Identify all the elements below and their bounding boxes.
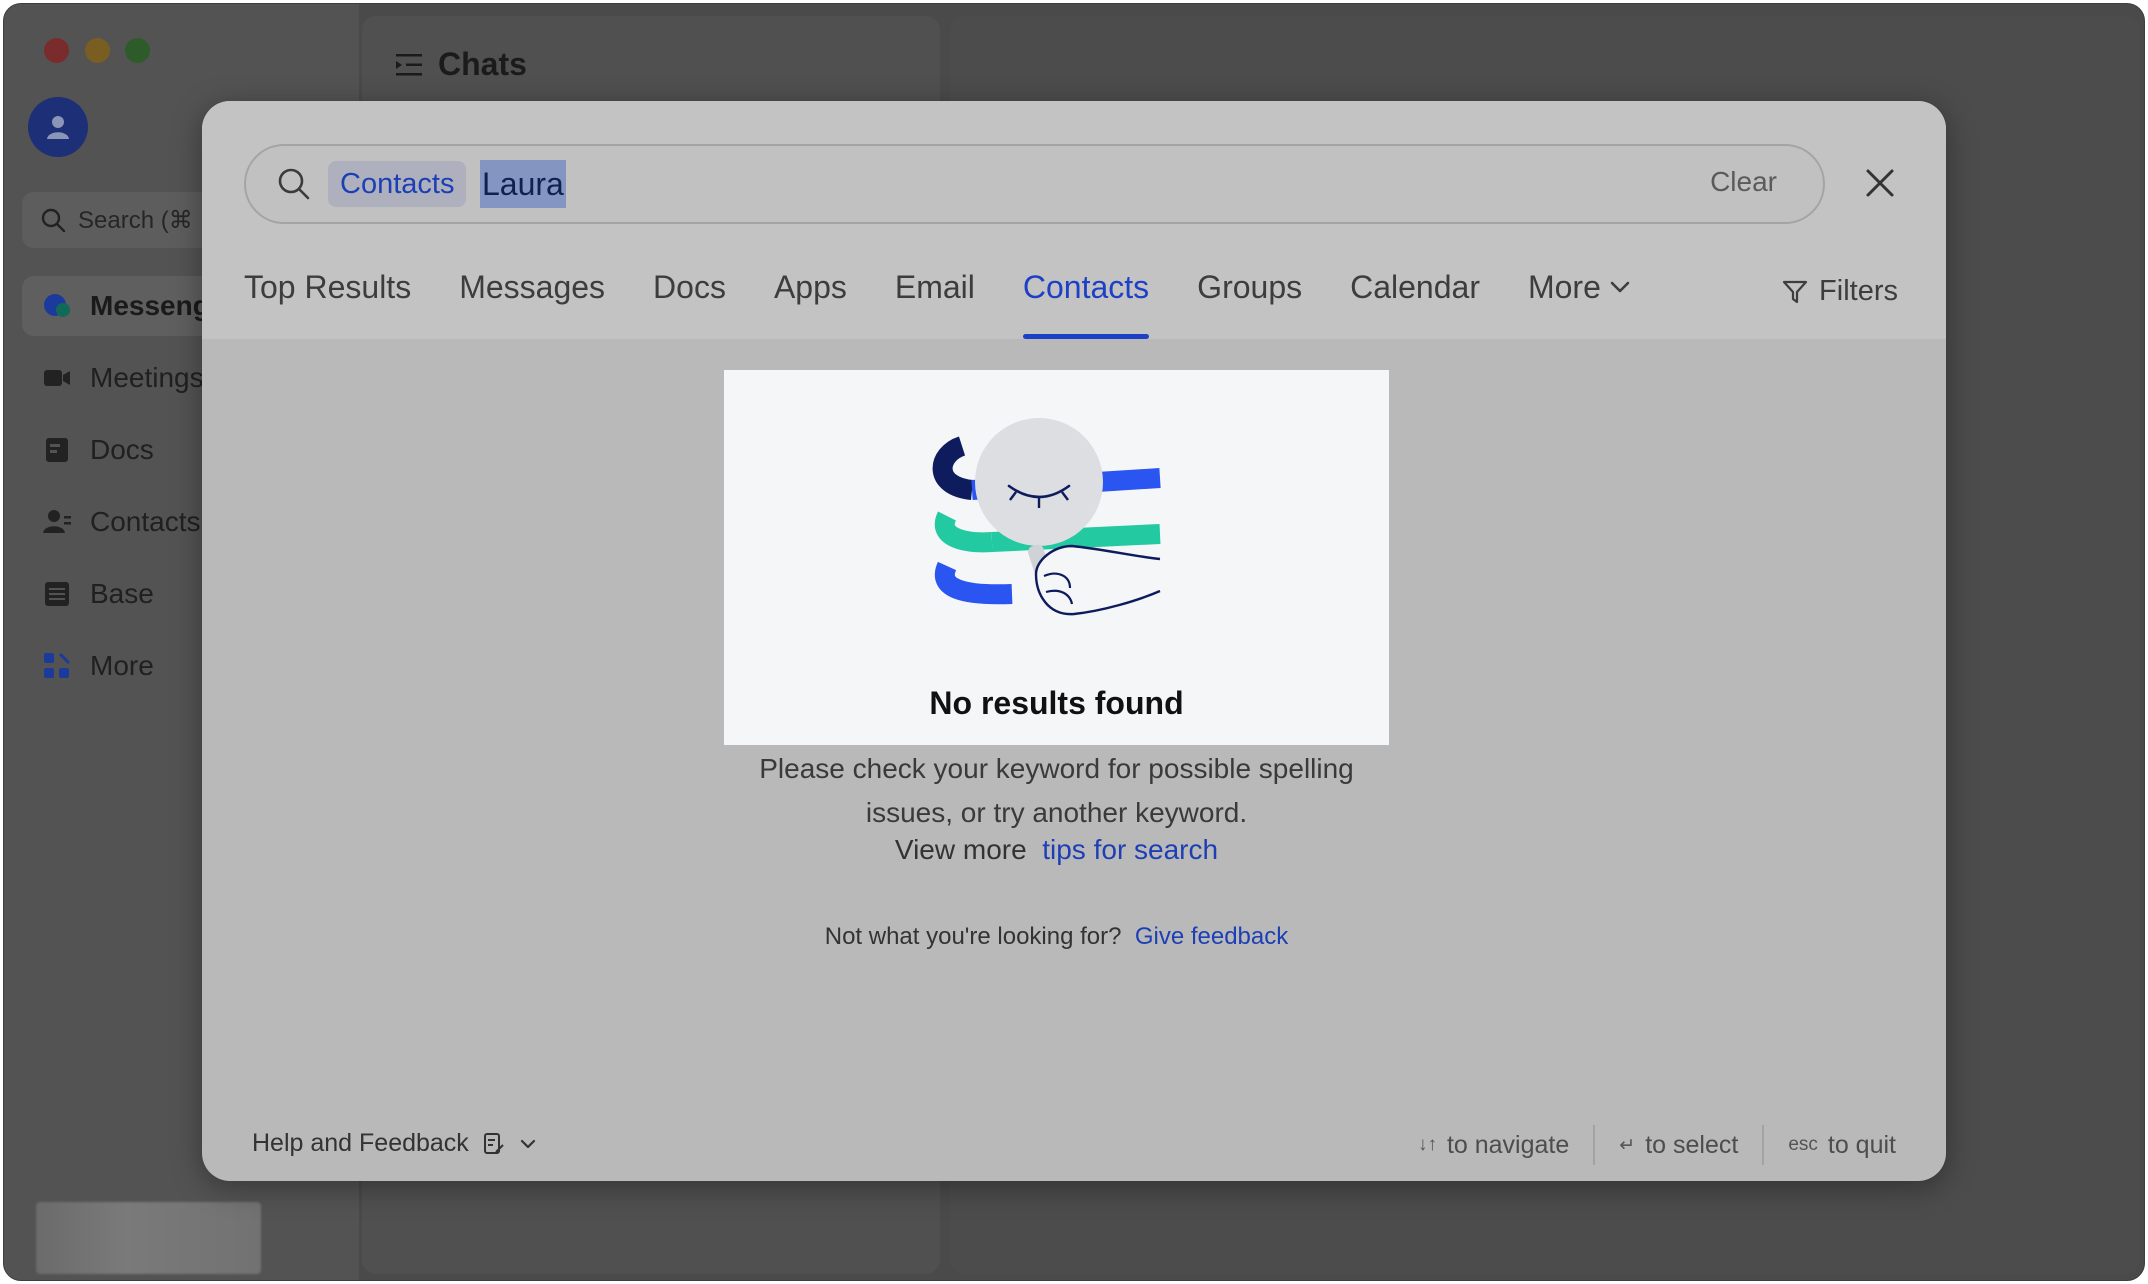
apps-grid-icon	[42, 651, 72, 681]
help-and-feedback-label: Help and Feedback	[252, 1129, 469, 1157]
tab-calendar[interactable]: Calendar	[1350, 269, 1480, 339]
chats-header: Chats	[394, 46, 527, 83]
tab-contacts[interactable]: Contacts	[1022, 269, 1150, 339]
tab-top-results[interactable]: Top Results	[244, 269, 411, 339]
filter-icon	[1782, 280, 1808, 303]
empty-state-description: Please check your keyword for possible s…	[724, 747, 1389, 835]
base-icon	[42, 579, 72, 609]
tips-line: View more tips for search	[724, 834, 1389, 866]
search-icon	[41, 208, 66, 233]
filters-button[interactable]: Filters	[1781, 275, 1898, 308]
chevron-down-icon	[1610, 281, 1630, 293]
hint-label: to quit	[1827, 1130, 1896, 1159]
search-tabs: Top Results Messages Docs Apps Email Con…	[244, 269, 1679, 339]
rail-item-label: Base	[90, 578, 154, 609]
hint-select: ↵ to select	[1593, 1125, 1762, 1165]
profile-blurred	[36, 1202, 261, 1274]
search-scope-chip[interactable]: Contacts	[328, 161, 467, 207]
tab-apps[interactable]: Apps	[774, 269, 847, 339]
esc-key-label: esc	[1788, 1134, 1818, 1155]
feedback-prefix: Not what you're looking for?	[824, 923, 1122, 950]
hint-navigate: ↓↑ to navigate	[1394, 1125, 1593, 1165]
rail-item-label: Meetings	[90, 362, 204, 393]
close-window-button[interactable]	[44, 38, 69, 63]
empty-state-description-line: issues, or try another keyword.	[865, 797, 1248, 828]
tab-groups[interactable]: Groups	[1197, 269, 1302, 339]
rail-item-label: Messeng	[90, 290, 210, 321]
contacts-icon	[42, 507, 72, 537]
clear-button[interactable]: Clear	[1710, 166, 1777, 198]
rail-item-label: Docs	[90, 434, 154, 465]
filters-label: Filters	[1819, 275, 1898, 307]
chevron-down-icon	[520, 1139, 535, 1148]
rail-item-label: Contacts	[90, 506, 201, 537]
video-camera-icon	[42, 363, 72, 393]
tips-for-search-link[interactable]: tips for search	[1042, 834, 1218, 865]
avatar[interactable]	[28, 97, 88, 157]
enter-key-icon: ↵	[1619, 1134, 1636, 1156]
zoom-window-button[interactable]	[125, 38, 150, 63]
tab-more-label: More	[1527, 269, 1601, 305]
keyboard-hints: ↓↑ to navigate ↵ to select esc to quit	[1394, 1125, 1896, 1165]
hint-label: to navigate	[1446, 1130, 1570, 1159]
tips-prefix: View more	[894, 834, 1027, 865]
rail-item-label: More	[90, 650, 154, 681]
search-input[interactable]: Contacts Laura Clear	[244, 144, 1825, 224]
rail-search-placeholder: Search (⌘	[78, 206, 193, 234]
navigate-key-icon: ↓↑	[1417, 1134, 1437, 1155]
hint-label: to select	[1645, 1130, 1739, 1159]
collapse-list-icon[interactable]	[394, 51, 424, 79]
chats-title: Chats	[438, 46, 527, 82]
tab-more[interactable]: More	[1528, 269, 1631, 339]
empty-state-card: No results found	[724, 370, 1389, 745]
user-icon	[47, 116, 69, 139]
messenger-icon	[42, 291, 72, 321]
tab-messages[interactable]: Messages	[459, 269, 605, 339]
help-and-feedback-button[interactable]: Help and Feedback	[252, 1129, 537, 1158]
give-feedback-link[interactable]: Give feedback	[1135, 923, 1288, 950]
feedback-doc-icon	[483, 1132, 504, 1154]
no-results-illustration	[932, 418, 1161, 616]
tab-docs[interactable]: Docs	[653, 269, 726, 339]
close-icon[interactable]	[1862, 165, 1898, 201]
feedback-line: Not what you're looking for? Give feedba…	[724, 923, 1389, 951]
hint-quit: esc to quit	[1762, 1125, 1896, 1165]
minimize-window-button[interactable]	[85, 38, 110, 63]
search-query-text[interactable]: Laura	[480, 160, 566, 208]
docs-icon	[42, 435, 72, 465]
empty-state-description-line: Please check your keyword for possible s…	[759, 753, 1354, 784]
empty-state-title: No results found	[929, 685, 1184, 721]
search-modal: Contacts Laura Clear Top Results Message…	[202, 101, 1946, 1181]
tab-email[interactable]: Email	[895, 269, 975, 339]
search-icon	[278, 168, 310, 200]
